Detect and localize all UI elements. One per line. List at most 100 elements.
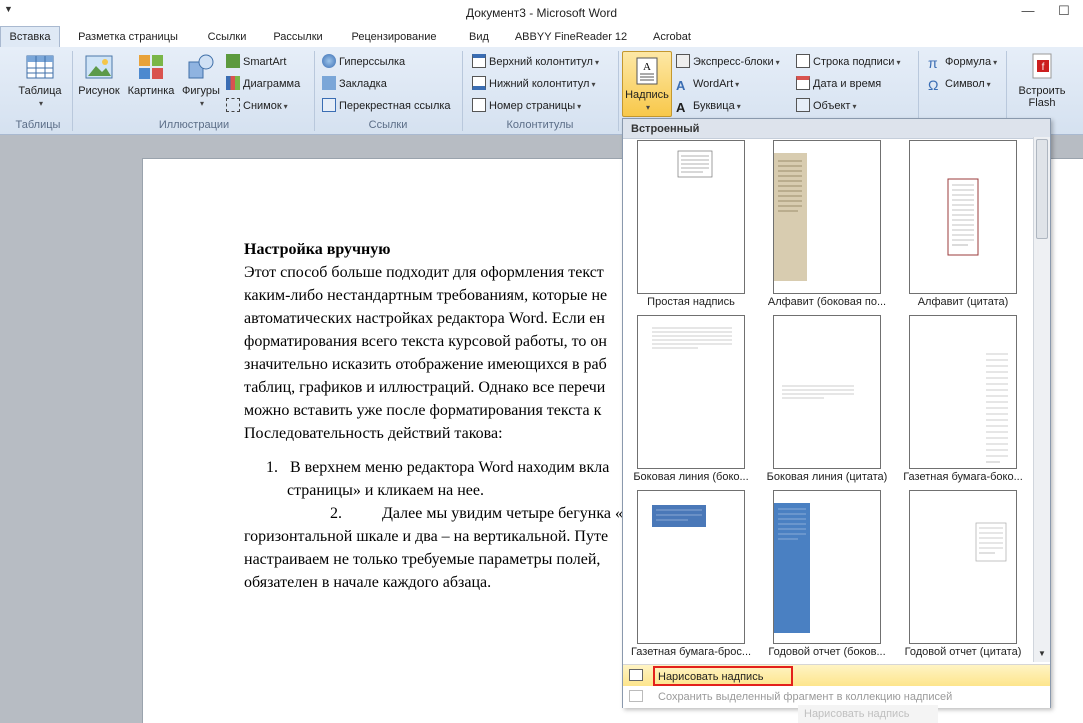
- gallery-item-sideline-quote[interactable]: [773, 315, 881, 469]
- crossref-label: Перекрестная ссылка: [339, 100, 451, 112]
- paragraph-line: Этот способ больше подходит для оформлен…: [244, 264, 604, 281]
- header-button[interactable]: Верхний колонтитул ▾: [472, 52, 599, 72]
- hyperlink-icon: [322, 54, 336, 68]
- minimize-icon[interactable]: —: [1016, 2, 1040, 22]
- footer-icon: [472, 76, 486, 90]
- textbox-icon: A: [636, 57, 658, 85]
- screenshot-icon: [226, 98, 240, 112]
- tab-mailings[interactable]: Рассылки: [266, 29, 330, 47]
- group-links-label: Ссылки: [368, 119, 408, 131]
- quickparts-label: Экспресс-блоки: [693, 56, 774, 68]
- tab-page-layout[interactable]: Разметка страницы: [66, 29, 190, 47]
- gallery-item-alphabet-quote[interactable]: [909, 140, 1017, 294]
- footer-label: Нижний колонтитул: [489, 78, 590, 90]
- newsprint-pullquote-preview: [652, 505, 706, 527]
- group-headerfooter-label: Колонтитулы: [506, 119, 574, 131]
- gallery-scrollbar[interactable]: ▼: [1033, 137, 1050, 662]
- scrollbar-thumb[interactable]: [1036, 139, 1048, 239]
- gallery-item-newsprint-sidebar[interactable]: [909, 315, 1017, 469]
- header-label: Верхний колонтитул: [489, 56, 593, 68]
- tab-insert[interactable]: Вставка: [0, 26, 60, 47]
- dropcap-label: Буквица: [693, 100, 735, 112]
- gallery-item-label: Годовой отчет (боков...: [768, 646, 886, 658]
- smartart-button[interactable]: SmartArt: [226, 52, 286, 72]
- sideline-quote-preview: [782, 385, 854, 399]
- signature-button[interactable]: Строка подписи ▾: [796, 52, 900, 72]
- draw-textbox-label: Нарисовать надпись: [658, 671, 764, 683]
- chart-button[interactable]: Диаграмма: [226, 74, 300, 94]
- gallery-item-label: Простая надпись: [647, 296, 735, 308]
- tooltip: Нарисовать надпись: [798, 705, 938, 723]
- datetime-button[interactable]: Дата и время: [796, 74, 881, 94]
- gallery-item-label: Газетная бумага-брос...: [630, 646, 752, 658]
- crossref-button[interactable]: Перекрестная ссылка: [322, 96, 451, 116]
- window-title: Документ3 - Microsoft Word: [465, 6, 618, 20]
- list-item: 2. Далее мы увидим четыре бегунка «: [244, 502, 644, 525]
- document-heading: Настройка вручную: [244, 241, 391, 258]
- tab-review[interactable]: Рецензирование: [344, 29, 444, 47]
- picture-label: Рисунок: [78, 85, 120, 97]
- paragraph-line: автоматических настройках редактора Word…: [244, 310, 605, 327]
- hyperlink-label: Гиперссылка: [339, 56, 406, 68]
- embed-flash-button[interactable]: f Встроить Flash: [1012, 52, 1072, 118]
- symbol-button[interactable]: Ω Символ ▾: [928, 74, 991, 94]
- object-button[interactable]: Объект ▾: [796, 96, 856, 116]
- bookmark-button[interactable]: Закладка: [322, 74, 387, 94]
- gallery-item-annual-sidebar[interactable]: [773, 490, 881, 644]
- symbol-label: Символ: [945, 78, 985, 90]
- document-text[interactable]: Настройка вручную Этот способ больше под…: [244, 238, 644, 594]
- paragraph-line: Последовательность действий такова:: [244, 425, 503, 442]
- gallery-item-simple[interactable]: [637, 140, 745, 294]
- simple-textbox-preview: [677, 150, 713, 178]
- signature-icon: [796, 54, 810, 68]
- save-selection-icon: [629, 690, 643, 702]
- table-label: Таблица: [18, 85, 62, 97]
- list-text: Далее мы увидим четыре бегунка «: [382, 505, 623, 522]
- draw-textbox-highlight: Нарисовать надпись: [653, 666, 793, 686]
- hyperlink-button[interactable]: Гиперссылка: [322, 52, 405, 72]
- wordart-button[interactable]: A WordArt ▾: [676, 74, 739, 94]
- gallery-item-sideline-sidebar[interactable]: [637, 315, 745, 469]
- pagenum-button[interactable]: Номер страницы ▾: [472, 96, 581, 116]
- group-separator: [72, 51, 73, 131]
- bookmark-icon: [322, 76, 336, 90]
- gallery-header: Встроенный: [623, 119, 1050, 139]
- footer-button[interactable]: Нижний колонтитул ▾: [472, 74, 595, 94]
- textbox-button[interactable]: A Надпись ▾: [622, 51, 672, 117]
- table-button[interactable]: Таблица ▾: [12, 52, 68, 118]
- paragraph-line: каким-либо нестандартным требованиям, ко…: [244, 287, 608, 304]
- crossref-icon: [322, 98, 336, 112]
- pi-icon: π: [928, 55, 938, 71]
- shapes-label: Фигуры: [182, 85, 220, 97]
- maximize-icon[interactable]: ☐: [1052, 2, 1076, 22]
- draw-textbox-menu-item[interactable]: Нарисовать надпись: [623, 664, 1050, 686]
- newsprint-sidebar-preview: [982, 350, 1012, 468]
- tab-abbyy[interactable]: ABBYY FineReader 12: [510, 29, 632, 47]
- smartart-label: SmartArt: [243, 56, 287, 68]
- pagenum-label: Номер страницы: [489, 100, 576, 112]
- list-item: 1. В верхнем меню редактора Word находим…: [244, 456, 644, 479]
- object-label: Объект: [813, 100, 851, 112]
- dropcap-button[interactable]: A Буквица ▾: [676, 96, 741, 116]
- textbox-label: Надпись: [625, 89, 669, 101]
- ribbon-tabs: Вставка Разметка страницы Ссылки Рассылк…: [0, 26, 1083, 47]
- gallery-item-alphabet-sidebar[interactable]: [773, 140, 881, 294]
- quickparts-button[interactable]: Экспресс-блоки ▾: [676, 52, 780, 72]
- tab-references[interactable]: Ссылки: [200, 29, 254, 47]
- quickparts-icon: [676, 54, 690, 68]
- header-icon: [472, 54, 486, 68]
- paragraph-line: значительно исказить отображение имеющих…: [244, 356, 607, 373]
- screenshot-button[interactable]: Снимок ▾: [226, 96, 288, 116]
- shapes-icon: [188, 54, 214, 79]
- scroll-down-icon[interactable]: ▼: [1035, 646, 1049, 662]
- picture-button[interactable]: Рисунок: [76, 52, 122, 118]
- shapes-button[interactable]: Фигуры ▾: [180, 52, 222, 118]
- clipart-button[interactable]: Картинка: [124, 52, 178, 118]
- list-number: 1.: [266, 459, 278, 476]
- tab-view[interactable]: Вид: [462, 29, 496, 47]
- gallery-item-annual-quote[interactable]: [909, 490, 1017, 644]
- svg-text:A: A: [643, 61, 651, 73]
- tab-acrobat[interactable]: Acrobat: [644, 29, 700, 47]
- equation-button[interactable]: π Формула ▾: [928, 52, 997, 72]
- gallery-item-newsprint-pullquote[interactable]: [637, 490, 745, 644]
